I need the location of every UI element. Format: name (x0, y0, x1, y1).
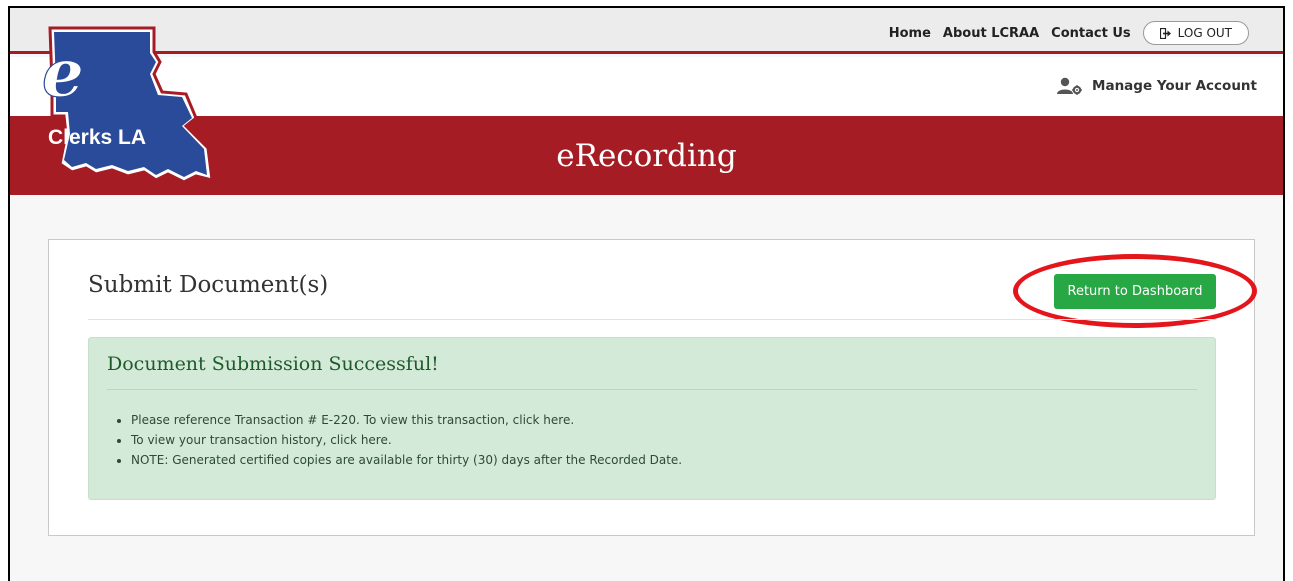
alert-item-note: NOTE: Generated certified copies are ava… (131, 450, 682, 470)
logout-label: LOG OUT (1177, 26, 1232, 40)
success-alert: Document Submission Successful! Please r… (88, 337, 1216, 500)
top-nav: Home About LCRAA Contact Us LOG OUT (889, 21, 1249, 45)
alert-item-history[interactable]: To view your transaction history, click … (131, 430, 682, 450)
logout-button[interactable]: LOG OUT (1142, 21, 1249, 45)
submit-document-card: Submit Document(s) Return to Dashboard D… (48, 239, 1257, 536)
eclerks-la-logo[interactable]: e Clerks LA (36, 22, 216, 192)
logo-text: Clerks LA (48, 126, 146, 149)
page-title: Submit Document(s) (88, 272, 329, 298)
nav-home-link[interactable]: Home (889, 26, 931, 41)
manage-account-link[interactable]: Manage Your Account (1056, 77, 1257, 95)
alert-title: Document Submission Successful! (107, 353, 439, 375)
alert-list: Please reference Transaction # E-220. To… (131, 410, 682, 470)
alert-divider (107, 389, 1197, 390)
user-gear-icon (1057, 77, 1082, 95)
app-window: Home About LCRAA Contact Us LOG OUT Mana… (8, 6, 1285, 581)
return-to-dashboard-button[interactable]: Return to Dashboard (1054, 274, 1216, 309)
manage-account-label: Manage Your Account (1092, 78, 1257, 94)
alert-item-transaction[interactable]: Please reference Transaction # E-220. To… (131, 410, 682, 430)
nav-contact-link[interactable]: Contact Us (1051, 26, 1130, 41)
card-divider (88, 319, 1216, 320)
logo-letter: e (42, 34, 84, 112)
sign-out-icon (1159, 27, 1171, 39)
nav-about-link[interactable]: About LCRAA (943, 26, 1039, 41)
